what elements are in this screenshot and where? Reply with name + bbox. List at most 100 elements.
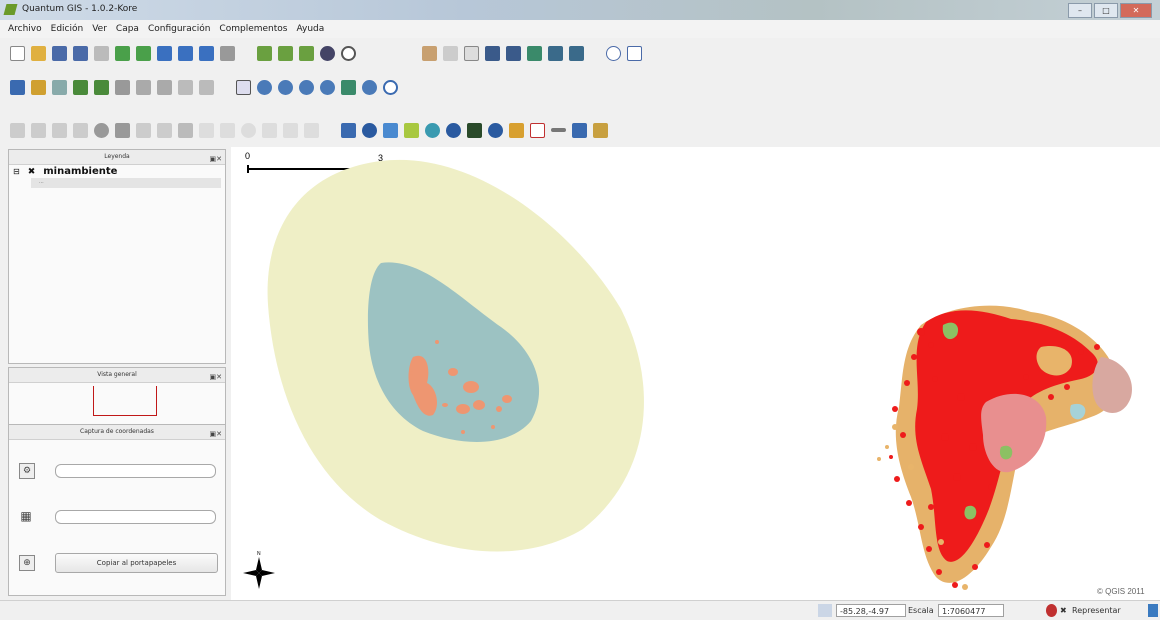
add-postgis-layer-icon[interactable] xyxy=(157,45,172,61)
map-canvas[interactable]: 0 3 grados xyxy=(231,147,1160,600)
zoom-selection-icon[interactable] xyxy=(320,79,335,95)
capture-line-icon[interactable] xyxy=(73,79,88,95)
pan-map-icon[interactable] xyxy=(236,79,251,95)
maximize-icon[interactable]: □ xyxy=(1094,3,1118,18)
plugin-icon[interactable] xyxy=(422,45,437,61)
render-checkbox-icon[interactable]: ✖ xyxy=(1060,604,1067,617)
layer-visibility-checkbox-icon[interactable]: ✖ xyxy=(28,167,36,177)
coordinate-field-1[interactable] xyxy=(55,464,216,478)
reshape-features-icon[interactable] xyxy=(115,122,130,138)
menu-complementos[interactable]: Complementos xyxy=(219,24,287,34)
map-tips-icon[interactable] xyxy=(527,45,542,61)
rotate-symbols-icon[interactable] xyxy=(178,122,193,138)
coordinate-field-2[interactable] xyxy=(55,510,216,524)
zoom-full-icon[interactable] xyxy=(299,79,314,95)
zoom-out-icon[interactable] xyxy=(278,79,293,95)
copy-features-icon[interactable] xyxy=(199,79,214,95)
google-earth-icon[interactable] xyxy=(446,122,461,138)
save-edits-icon[interactable] xyxy=(31,79,46,95)
add-wfs-icon[interactable] xyxy=(220,45,235,61)
stop-render-icon[interactable] xyxy=(1046,604,1057,617)
zoom-layer-icon[interactable] xyxy=(341,79,356,95)
show-bookmarks-icon[interactable] xyxy=(569,45,584,61)
minimize-icon[interactable]: – xyxy=(1068,3,1092,18)
pin-labels-icon[interactable] xyxy=(283,122,298,138)
remove-layer-icon[interactable] xyxy=(278,45,293,61)
add-part-icon[interactable] xyxy=(52,122,67,138)
collapse-icon[interactable]: ⊟ xyxy=(13,167,20,176)
delete-ring-icon[interactable] xyxy=(73,122,88,138)
measure-area-icon[interactable] xyxy=(506,45,521,61)
menu-capa[interactable]: Capa xyxy=(116,24,139,34)
cut-features-icon[interactable] xyxy=(178,79,193,95)
coordinate-toggle-icon[interactable] xyxy=(818,604,832,617)
print-icon[interactable] xyxy=(94,45,109,61)
capture-point-icon[interactable] xyxy=(52,79,67,95)
split-features-icon[interactable] xyxy=(136,122,151,138)
refresh-icon[interactable] xyxy=(383,79,398,95)
crs-status-icon[interactable] xyxy=(1148,604,1158,617)
node-tool-icon[interactable] xyxy=(136,79,151,95)
scale-input[interactable]: 1:7060477 xyxy=(938,604,1004,617)
measure-line-icon[interactable] xyxy=(485,45,500,61)
grid-icon[interactable] xyxy=(383,122,398,138)
globe-icon[interactable] xyxy=(362,122,377,138)
text-annotation-icon[interactable] xyxy=(606,45,621,61)
new-project-icon[interactable] xyxy=(10,45,25,61)
pdf-export-icon[interactable] xyxy=(530,122,545,138)
zoom-last-icon[interactable] xyxy=(362,79,377,95)
open-project-icon[interactable] xyxy=(31,45,46,61)
scalebar-icon[interactable] xyxy=(551,128,566,132)
close-icon[interactable]: ✕ xyxy=(1120,3,1152,18)
delete-selected-icon[interactable] xyxy=(157,79,172,95)
deselect-icon[interactable] xyxy=(220,122,235,138)
panel-float-close-icon[interactable]: ▣✕ xyxy=(210,152,222,166)
gps-icon[interactable] xyxy=(320,45,335,61)
osm-icon[interactable] xyxy=(404,122,419,138)
terrain-icon[interactable] xyxy=(467,122,482,138)
georeferencer-icon[interactable] xyxy=(593,122,608,138)
move-feature-icon[interactable] xyxy=(115,79,130,95)
label-tool-icon[interactable] xyxy=(262,122,277,138)
simplify-feature-icon[interactable] xyxy=(10,122,25,138)
python-icon[interactable] xyxy=(509,122,524,138)
legend-layer-item[interactable]: ⊟ ✖ minambiente xyxy=(13,166,117,177)
menu-configuracion[interactable]: Configuración xyxy=(148,24,210,34)
save-project-icon[interactable] xyxy=(52,45,67,61)
north-arrow-icon[interactable] xyxy=(488,122,503,138)
grid-crs-icon[interactable]: ▦ xyxy=(19,509,33,523)
add-wms-icon[interactable] xyxy=(199,45,214,61)
copy-to-clipboard-button[interactable]: Copiar al portapapeles xyxy=(55,553,218,573)
capture-polygon-icon[interactable] xyxy=(94,79,109,95)
crosshair-icon[interactable] xyxy=(341,122,356,138)
attribute-table-icon[interactable] xyxy=(464,45,479,61)
overview-extent-frame[interactable] xyxy=(93,386,157,416)
identify-icon[interactable] xyxy=(443,45,458,61)
menu-ayuda[interactable]: Ayuda xyxy=(296,24,324,34)
new-bookmark-icon[interactable] xyxy=(548,45,563,61)
merge-features-icon[interactable] xyxy=(157,122,172,138)
capture-icon[interactable]: ⊕ xyxy=(19,555,35,571)
new-layer-icon[interactable] xyxy=(257,45,272,61)
select-features-icon[interactable] xyxy=(199,122,214,138)
copyright-icon[interactable] xyxy=(572,122,587,138)
delete-part-icon[interactable] xyxy=(94,122,109,138)
menu-archivo[interactable]: Archivo xyxy=(8,24,42,34)
crs-icon[interactable]: ⚙ xyxy=(19,463,35,479)
save-as-icon[interactable] xyxy=(73,45,88,61)
add-vector-layer-icon[interactable] xyxy=(115,45,130,61)
show-hide-labels-icon[interactable] xyxy=(304,122,319,138)
satellite-icon[interactable] xyxy=(425,122,440,138)
menu-edicion[interactable]: Edición xyxy=(51,24,84,34)
panel-float-close-icon[interactable]: ▣✕ xyxy=(210,427,222,441)
panel-float-close-icon[interactable]: ▣✕ xyxy=(210,370,222,384)
lasso-icon[interactable] xyxy=(341,45,356,61)
add-raster-layer-icon[interactable] xyxy=(136,45,151,61)
zoom-in-icon[interactable] xyxy=(257,79,272,95)
toggle-editing-icon[interactable] xyxy=(10,79,25,95)
menu-ver[interactable]: Ver xyxy=(92,24,107,34)
add-spatialite-icon[interactable] xyxy=(178,45,193,61)
whats-this-icon[interactable] xyxy=(627,45,642,61)
layer-properties-icon[interactable] xyxy=(299,45,314,61)
offset-curve-icon[interactable] xyxy=(241,122,256,138)
